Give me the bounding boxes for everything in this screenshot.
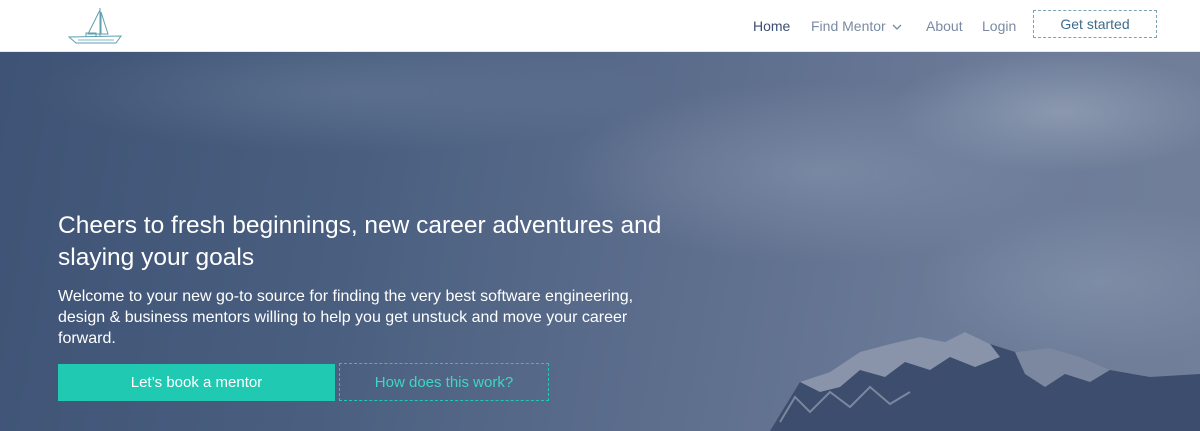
hero-headline: Cheers to fresh beginnings, new career a…	[58, 212, 662, 271]
hero-section: Cheers to fresh beginnings, new career a…	[0, 52, 1200, 431]
top-navbar: Home Find Mentor About Login Get started	[0, 0, 1200, 52]
chevron-down-icon	[892, 24, 902, 31]
how-it-works-button[interactable]: How does this work?	[339, 363, 549, 401]
sailboat-logo-icon[interactable]	[66, 6, 124, 46]
nav-home-link[interactable]: Home	[753, 17, 790, 35]
nav-find-mentor-label: Find Mentor	[811, 18, 886, 34]
nav-about-link[interactable]: About	[926, 17, 963, 35]
hero-subtext: Welcome to your new go-to source for fin…	[58, 288, 634, 347]
get-started-button[interactable]: Get started	[1033, 10, 1157, 38]
nav-login-link[interactable]: Login	[982, 17, 1016, 35]
book-mentor-button[interactable]: Let’s book a mentor	[58, 364, 335, 401]
nav-find-mentor-dropdown[interactable]: Find Mentor	[811, 17, 903, 35]
